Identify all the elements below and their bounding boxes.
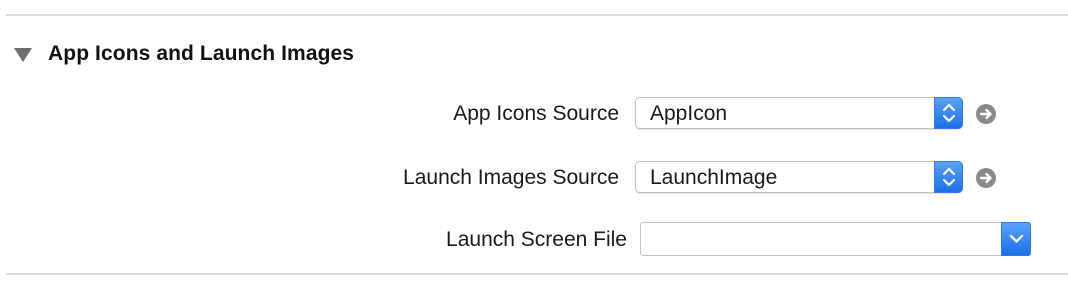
launch-images-source-popup[interactable]: LaunchImage xyxy=(635,161,963,193)
launch-screen-file-label: Launch Screen File xyxy=(446,228,627,251)
launch-images-source-row: Launch Images Source LaunchImage xyxy=(0,161,1068,197)
disclosure-triangle-down-icon[interactable] xyxy=(14,47,32,62)
settings-panel: App Icons and Launch Images App Icons So… xyxy=(0,0,1068,294)
bottom-divider xyxy=(6,273,1068,275)
up-down-chevron-icon[interactable] xyxy=(934,97,963,129)
launch-screen-file-combo[interactable] xyxy=(640,222,1031,256)
launch-screen-file-field[interactable] xyxy=(641,223,1000,255)
launch-images-go-button[interactable] xyxy=(976,168,996,188)
top-divider xyxy=(6,14,1068,16)
up-down-chevron-icon[interactable] xyxy=(934,161,963,193)
launch-images-source-value: LaunchImage xyxy=(650,166,778,189)
app-icons-source-label: App Icons Source xyxy=(453,102,619,125)
chevron-down-icon[interactable] xyxy=(1001,222,1031,256)
launch-images-source-label: Launch Images Source xyxy=(403,166,619,189)
section-title: App Icons and Launch Images xyxy=(48,42,355,65)
app-icons-source-popup[interactable]: AppIcon xyxy=(635,97,963,129)
app-icons-go-button[interactable] xyxy=(976,104,996,124)
arrow-right-circle-icon xyxy=(979,108,992,120)
launch-screen-file-row: Launch Screen File xyxy=(0,222,1068,258)
app-icons-source-value: AppIcon xyxy=(650,102,728,125)
arrow-right-circle-icon xyxy=(979,172,992,184)
section-header[interactable]: App Icons and Launch Images xyxy=(14,42,354,66)
app-icons-source-row: App Icons Source AppIcon xyxy=(0,97,1068,133)
